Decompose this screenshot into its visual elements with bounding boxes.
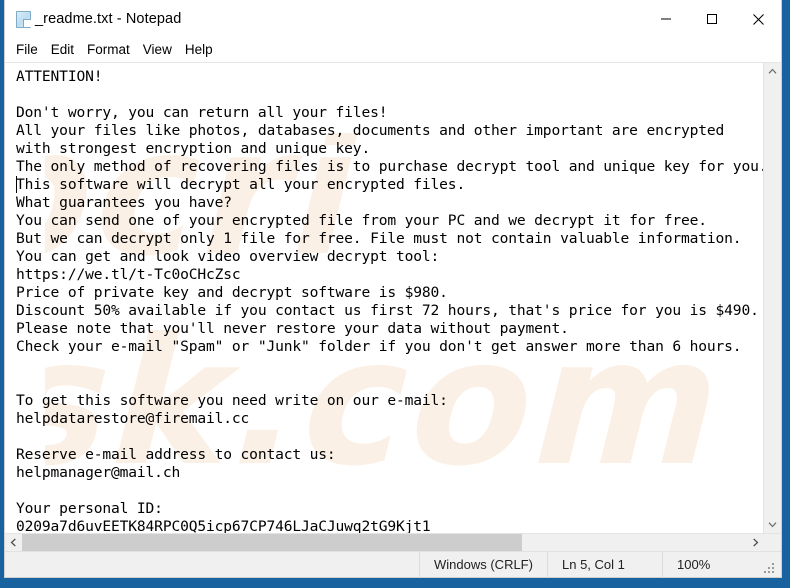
editor-area: pcri sk.com ATTENTION! Don't worry, you … [5, 62, 781, 533]
text-caret [16, 176, 17, 193]
desktop-background: _readme.txt - Notepad File Edit Format V… [0, 0, 790, 588]
vertical-scroll-track[interactable] [764, 80, 781, 516]
scrollbar-corner [764, 534, 781, 551]
menu-item-view[interactable]: View [143, 39, 179, 61]
resize-grip-icon[interactable] [762, 561, 778, 577]
scroll-left-button[interactable] [5, 534, 22, 551]
chevron-down-icon [768, 522, 777, 528]
horizontal-scroll-track[interactable] [22, 534, 747, 551]
notepad-window: _readme.txt - Notepad File Edit Format V… [4, 0, 782, 578]
minimize-button[interactable] [643, 0, 689, 38]
caption-button-group [643, 0, 781, 38]
scroll-down-button[interactable] [764, 516, 781, 533]
menu-bar: File Edit Format View Help [5, 38, 781, 62]
readme-text: ATTENTION! Don't worry, you can return a… [16, 68, 763, 533]
close-button[interactable] [735, 0, 781, 38]
title-bar[interactable]: _readme.txt - Notepad [5, 0, 781, 38]
status-line-ending: Windows (CRLF) [419, 551, 547, 578]
text-editor[interactable]: pcri sk.com ATTENTION! Don't worry, you … [5, 63, 763, 533]
status-bar: Windows (CRLF) Ln 5, Col 1 100% [5, 551, 781, 578]
menu-item-file[interactable]: File [16, 39, 45, 61]
menu-item-edit[interactable]: Edit [51, 39, 81, 61]
notepad-document-icon [15, 10, 33, 28]
chevron-left-icon [10, 538, 16, 547]
chevron-up-icon [768, 68, 777, 74]
maximize-icon [707, 14, 717, 24]
vertical-scrollbar[interactable] [763, 63, 781, 533]
menu-item-format[interactable]: Format [87, 39, 137, 61]
menu-item-help[interactable]: Help [185, 39, 220, 61]
status-cursor-position: Ln 5, Col 1 [547, 551, 662, 578]
chevron-right-icon [753, 538, 759, 547]
status-zoom-level: 100% [662, 551, 760, 578]
maximize-button[interactable] [689, 0, 735, 38]
scroll-right-button[interactable] [747, 534, 764, 551]
scroll-up-button[interactable] [764, 63, 781, 80]
horizontal-scrollbar[interactable] [5, 533, 781, 551]
minimize-icon [661, 18, 671, 20]
horizontal-scroll-thumb[interactable] [22, 534, 523, 551]
window-title: _readme.txt - Notepad [35, 11, 182, 27]
close-icon [752, 13, 764, 25]
